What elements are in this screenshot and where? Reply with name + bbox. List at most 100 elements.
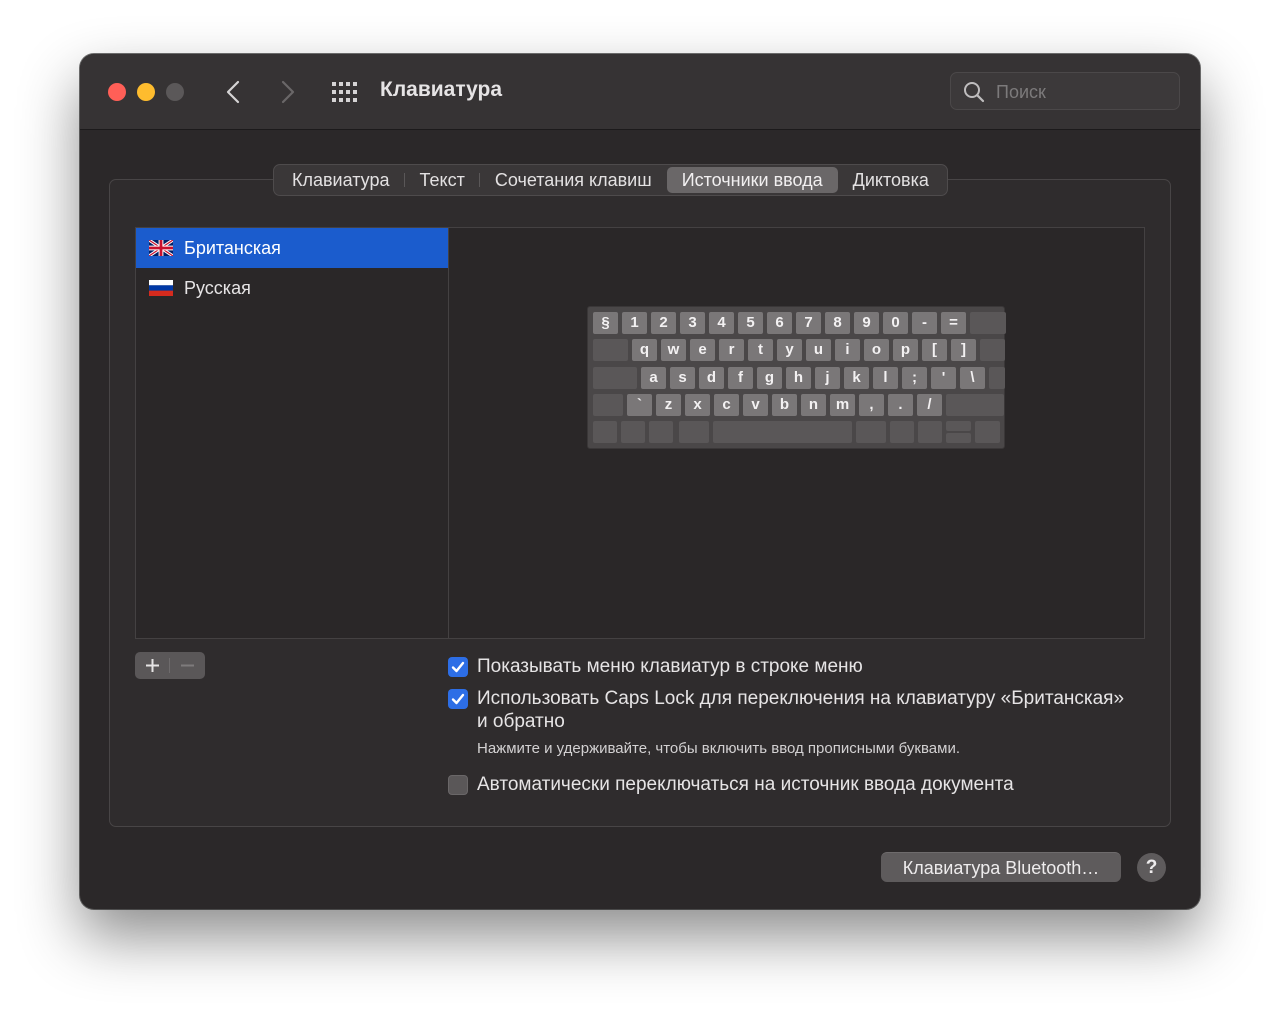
bluetooth-keyboard-button[interactable]: Клавиатура Bluetooth… [881, 852, 1121, 882]
key: 6 [767, 312, 792, 334]
blank-key [593, 367, 637, 389]
key: 2 [651, 312, 676, 334]
forward-button[interactable] [272, 76, 302, 108]
close-button[interactable] [108, 83, 126, 101]
minimize-button[interactable] [137, 83, 155, 101]
key: 3 [680, 312, 705, 334]
back-button[interactable] [219, 76, 249, 108]
blank-key [918, 421, 942, 443]
key: = [941, 312, 966, 334]
blank-key [593, 339, 628, 361]
key: ' [931, 367, 956, 389]
arrow-up-key [946, 421, 971, 431]
arrow-down-key [946, 433, 971, 443]
key: . [888, 394, 913, 416]
key: j [815, 367, 840, 389]
tab-keyboard[interactable]: Клавиатура [277, 167, 405, 193]
list-item-russian[interactable]: Русская [136, 268, 448, 308]
caps-lock-label-line2: и обратно [477, 711, 565, 732]
keyboard-preview: § 1 2 3 4 5 6 7 8 9 0- = q w e r t y u i o p[] a s d f g h j k l; ' \ ` z x… [449, 227, 1145, 639]
blank-key [679, 421, 709, 443]
search-icon [964, 82, 985, 103]
key: h [786, 367, 811, 389]
russia-flag-icon [149, 280, 173, 296]
show-menu-label: Показывать меню клавиатур в строке меню [477, 656, 863, 677]
key: x [685, 394, 710, 416]
key: b [772, 394, 797, 416]
key: \ [960, 367, 985, 389]
tab-shortcuts[interactable]: Сочетания клавиш [480, 167, 667, 193]
blank-key [621, 421, 645, 443]
key: v [743, 394, 768, 416]
list-item-british[interactable]: Британская [136, 228, 448, 268]
blank-key [980, 339, 1005, 361]
key: q [632, 339, 657, 361]
blank-key [649, 421, 673, 443]
zoom-button[interactable] [166, 83, 184, 101]
key: 8 [825, 312, 850, 334]
tab-input-sources[interactable]: Источники ввода [666, 167, 838, 193]
key: ` [627, 394, 652, 416]
help-button[interactable]: ? [1137, 853, 1166, 882]
key: - [912, 312, 937, 334]
remove-button[interactable] [170, 652, 205, 679]
caps-lock-hint: Нажмите и удерживайте, чтобы включить вв… [477, 740, 960, 757]
tab-dictation[interactable]: Диктовка [838, 167, 944, 193]
key: f [728, 367, 753, 389]
key: c [714, 394, 739, 416]
tab-text[interactable]: Текст [405, 167, 481, 193]
key: § [593, 312, 618, 334]
window-title: Клавиатура [380, 78, 503, 101]
key: 9 [854, 312, 879, 334]
blank-key [989, 367, 1005, 389]
key: l [873, 367, 898, 389]
key: ] [951, 339, 976, 361]
blank-key [970, 312, 1006, 334]
caps-lock-checkbox[interactable] [448, 689, 468, 709]
key: u [806, 339, 831, 361]
key: 5 [738, 312, 763, 334]
list-item-label: Британская [184, 237, 281, 258]
keyboard-layout: § 1 2 3 4 5 6 7 8 9 0- = q w e r t y u i o p[] a s d f g h j k l; ' \ ` z x… [587, 306, 1006, 449]
uk-flag-icon [149, 240, 173, 256]
search-field[interactable] [950, 72, 1180, 111]
blank-key [890, 421, 914, 443]
key: a [641, 367, 666, 389]
key: n [801, 394, 826, 416]
blank-key [975, 421, 1000, 443]
key: 1 [622, 312, 647, 334]
show-menu-checkbox[interactable] [448, 657, 468, 677]
show-all-button[interactable] [330, 80, 360, 104]
key: i [835, 339, 860, 361]
key: k [844, 367, 869, 389]
key: e [690, 339, 715, 361]
auto-switch-checkbox[interactable] [448, 775, 468, 795]
key: g [757, 367, 782, 389]
key: , [859, 394, 884, 416]
add-remove-control [135, 652, 205, 679]
key: [ [922, 339, 947, 361]
key: s [670, 367, 695, 389]
minus-icon [181, 664, 194, 667]
key: y [777, 339, 802, 361]
key: m [830, 394, 855, 416]
key: t [748, 339, 773, 361]
titlebar: Клавиатура [80, 54, 1200, 130]
checkmark-icon [451, 693, 465, 705]
grid-icon [332, 82, 357, 102]
key: w [661, 339, 686, 361]
key: o [864, 339, 889, 361]
input-source-list: Британская Русская [135, 227, 449, 639]
blank-key [856, 421, 886, 443]
key: d [699, 367, 724, 389]
search-input[interactable] [994, 73, 1178, 111]
chevron-right-icon [281, 80, 295, 104]
list-item-label: Русская [184, 277, 251, 298]
plus-icon [146, 659, 159, 672]
blank-key [946, 394, 1004, 416]
key: ; [902, 367, 927, 389]
add-button[interactable] [135, 652, 170, 679]
key: r [719, 339, 744, 361]
tab-bar: Клавиатура Текст Сочетания клавиш Источн… [273, 164, 948, 196]
checkmark-icon [451, 661, 465, 673]
